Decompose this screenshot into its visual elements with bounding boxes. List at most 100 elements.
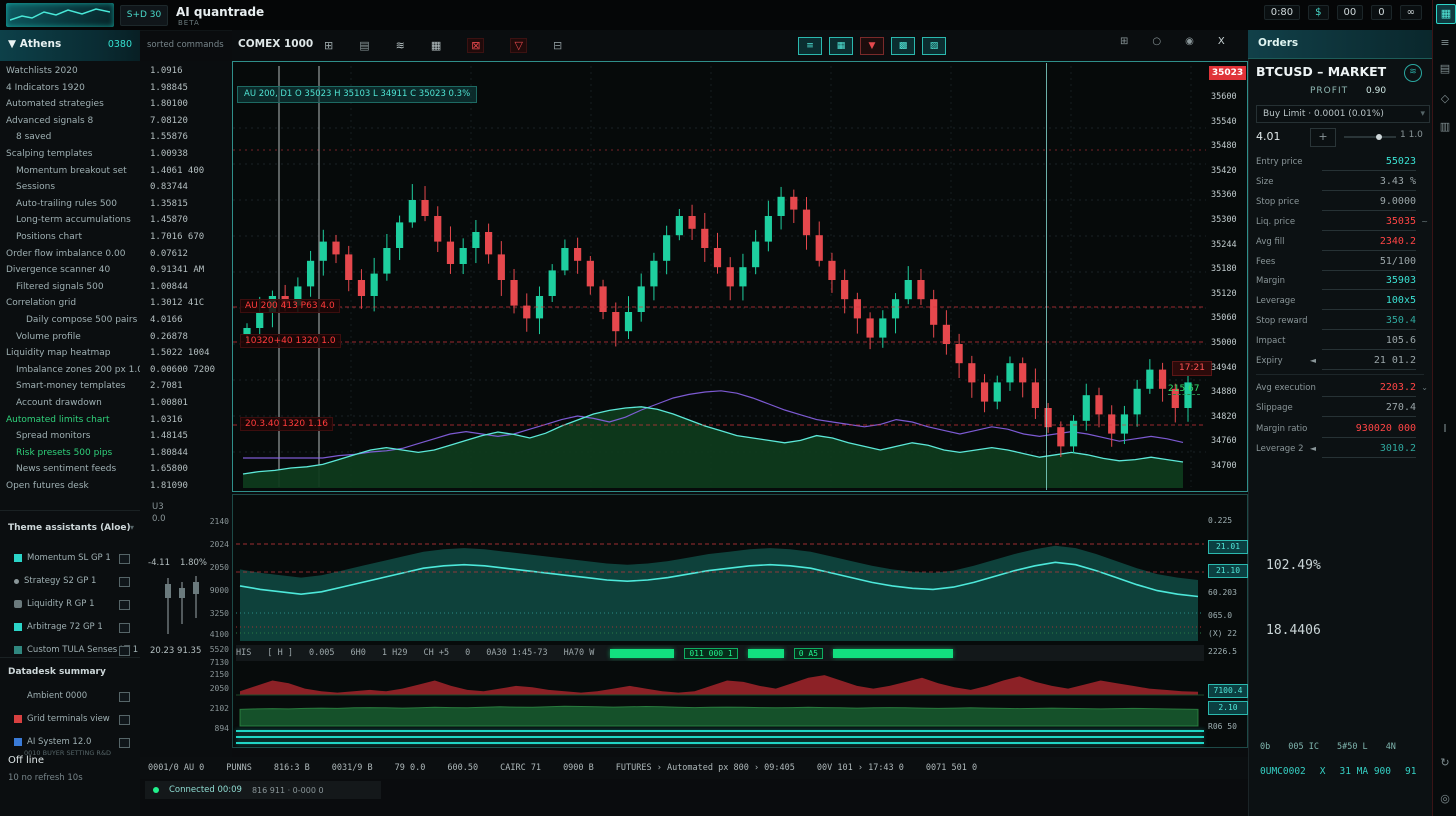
- window-minimize-icon[interactable]: ○: [1152, 36, 1161, 47]
- window-restore-icon[interactable]: ◉: [1185, 36, 1194, 47]
- order-row[interactable]: Leverage 2◄3010.2: [1256, 441, 1424, 460]
- sidebar-item[interactable]: Advanced signals 8: [6, 116, 140, 131]
- sidebar-item[interactable]: News sentiment feeds: [16, 464, 150, 479]
- order-row[interactable]: Entry price55023: [1256, 154, 1424, 173]
- order-row[interactable]: Slippage270.4: [1256, 400, 1424, 419]
- copy-icon[interactable]: [119, 715, 130, 725]
- left-arrow-icon[interactable]: ◄: [1310, 444, 1316, 453]
- clipboard-icon[interactable]: ⊞: [324, 39, 333, 52]
- order-row[interactable]: Size3.43 %: [1256, 174, 1424, 193]
- slider-knob[interactable]: [1376, 134, 1382, 140]
- window-grid-layout-icon[interactable]: ⊞: [1120, 36, 1128, 47]
- dollar-icon[interactable]: $: [1308, 5, 1328, 20]
- rail-chart-button[interactable]: ▦: [1436, 4, 1456, 24]
- window-close-icon[interactable]: X: [1218, 36, 1225, 47]
- sidebar-item[interactable]: Filtered signals 500: [16, 282, 150, 297]
- left-arrow-icon[interactable]: ◄: [1310, 356, 1316, 365]
- oscillator-panel[interactable]: [236, 513, 1204, 643]
- book-icon[interactable]: ▤: [359, 39, 369, 52]
- timeframe-button[interactable]: ▼: [860, 37, 884, 55]
- sidebar-item[interactable]: Liquidity map heatmap: [6, 348, 140, 363]
- template-icon[interactable]: ▦: [431, 39, 441, 52]
- timeframe-button[interactable]: ▦: [829, 37, 853, 55]
- order-type-dropdown[interactable]: Buy Limit · 0.0001 (0.01%) ▾: [1256, 105, 1430, 123]
- funnel-icon[interactable]: ▽: [510, 38, 526, 53]
- rail-list-icon[interactable]: ≡: [1436, 34, 1454, 52]
- order-line-label[interactable]: 10320+40 1320 1.0: [240, 334, 341, 348]
- copy-icon[interactable]: [119, 646, 130, 656]
- symbol-info-icon[interactable]: ≋: [1404, 64, 1422, 82]
- volume-value[interactable]: 4.01: [1256, 130, 1281, 143]
- footer-action[interactable]: 31 MA 900: [1340, 766, 1391, 777]
- candlestick-chart[interactable]: [233, 62, 1206, 491]
- draw-icon[interactable]: ≋: [396, 39, 405, 52]
- sidebar-item[interactable]: Sessions: [16, 182, 150, 197]
- sidebar-item[interactable]: Order flow imbalance 0.00: [6, 249, 140, 264]
- row-trail-icon[interactable]: ~: [1421, 217, 1428, 226]
- sidebar-item[interactable]: Positions chart: [16, 232, 150, 247]
- order-row[interactable]: Margin35903: [1256, 273, 1424, 292]
- order-panel-header[interactable]: Orders: [1248, 30, 1432, 59]
- panel-a-item[interactable]: Momentum SL GP 1: [14, 553, 111, 563]
- sidebar-item[interactable]: Long-term accumulations: [16, 215, 150, 230]
- rail-layout-icon[interactable]: ▥: [1436, 118, 1454, 136]
- timeframe-button[interactable]: ▨: [922, 37, 946, 55]
- sidebar-item[interactable]: 4 Indicators 1920: [6, 83, 140, 98]
- panel-a-item[interactable]: Liquidity R GP 1: [14, 599, 95, 609]
- order-row[interactable]: Fees51/100: [1256, 254, 1424, 273]
- order-row[interactable]: Stop price9.0000: [1256, 194, 1424, 213]
- sidebar-item[interactable]: Correlation grid: [6, 298, 140, 313]
- copy-icon[interactable]: [119, 738, 130, 748]
- sidebar-item[interactable]: Divergence scanner 40: [6, 265, 140, 280]
- sidebar-item[interactable]: 8 saved: [16, 132, 150, 147]
- footer-action[interactable]: 0UMC0002: [1260, 766, 1306, 777]
- timeframe-button[interactable]: ≡: [798, 37, 822, 55]
- rail-refresh-icon[interactable]: ↻: [1436, 754, 1454, 772]
- panel-a-item[interactable]: Arbitrage 72 GP 1: [14, 622, 103, 632]
- rail-ghost-icon[interactable]: ◇: [1436, 90, 1454, 108]
- order-row[interactable]: Impact105.6: [1256, 333, 1424, 352]
- row-trail-icon[interactable]: ⌄: [1421, 383, 1428, 392]
- footer-action[interactable]: 91: [1405, 766, 1416, 777]
- order-row[interactable]: Margin ratio930020 000: [1256, 421, 1424, 440]
- order-row[interactable]: Leverage100x5: [1256, 293, 1424, 312]
- copy-icon[interactable]: [119, 692, 130, 702]
- rail-power-icon[interactable]: ◎: [1436, 790, 1454, 808]
- panel-b-item[interactable]: Grid terminals view: [14, 714, 110, 724]
- sidebar-item[interactable]: Imbalance zones 200 px 1.0: [16, 365, 150, 380]
- panel-b-item[interactable]: Ambient 0000: [14, 691, 87, 701]
- sidebar-item[interactable]: Scalping templates: [6, 149, 140, 164]
- alert-icon[interactable]: ⊠: [467, 38, 484, 53]
- order-row[interactable]: Liq. price35035~: [1256, 214, 1424, 233]
- sidebar-item[interactable]: Volume profile: [16, 332, 150, 347]
- order-line-label[interactable]: AU 200 413 P63 4.0: [240, 299, 340, 313]
- order-row[interactable]: Stop reward350.4: [1256, 313, 1424, 332]
- sidebar-item[interactable]: Automated limits chart: [6, 415, 140, 430]
- order-row[interactable]: Avg fill2340.2: [1256, 234, 1424, 253]
- rail-panel-icon[interactable]: ▤: [1436, 60, 1454, 78]
- rail-ibeam-icon[interactable]: I: [1436, 420, 1454, 438]
- panel-b-item[interactable]: AI System 12.0: [14, 737, 91, 747]
- sidebar-item[interactable]: Risk presets 500 pips: [16, 448, 150, 463]
- sidebar-item[interactable]: Open futures desk: [6, 481, 140, 496]
- sidebar-item[interactable]: Watchlists 2020: [6, 66, 140, 81]
- sidebar-item[interactable]: Auto-trailing rules 500: [16, 199, 150, 214]
- green-area-panel[interactable]: [236, 697, 1204, 727]
- timeframe-button[interactable]: ▩: [891, 37, 915, 55]
- minus-box-icon[interactable]: ⊟: [553, 39, 562, 52]
- copy-icon[interactable]: [119, 554, 130, 564]
- order-line-label[interactable]: 20.3.40 1320 1.16: [240, 417, 333, 431]
- volume-slider[interactable]: [1344, 136, 1396, 138]
- sidebar-item[interactable]: Automated strategies: [6, 99, 140, 114]
- sidebar-item[interactable]: Account drawdown: [16, 398, 150, 413]
- indicator-section[interactable]: [232, 494, 1248, 748]
- histogram-panel[interactable]: [236, 662, 1204, 696]
- order-row[interactable]: Avg execution2203.2⌄: [1256, 380, 1424, 399]
- copy-icon[interactable]: [119, 623, 130, 633]
- copy-icon[interactable]: [119, 600, 130, 610]
- volume-max[interactable]: 1 1.0: [1400, 130, 1423, 140]
- order-row[interactable]: Expiry◄21 01.2: [1256, 353, 1424, 372]
- panel-collapse-icon[interactable]: ▾: [130, 523, 134, 532]
- sidebar-item[interactable]: Smart-money templates: [16, 381, 150, 396]
- infinity-icon[interactable]: ∞: [1400, 5, 1422, 20]
